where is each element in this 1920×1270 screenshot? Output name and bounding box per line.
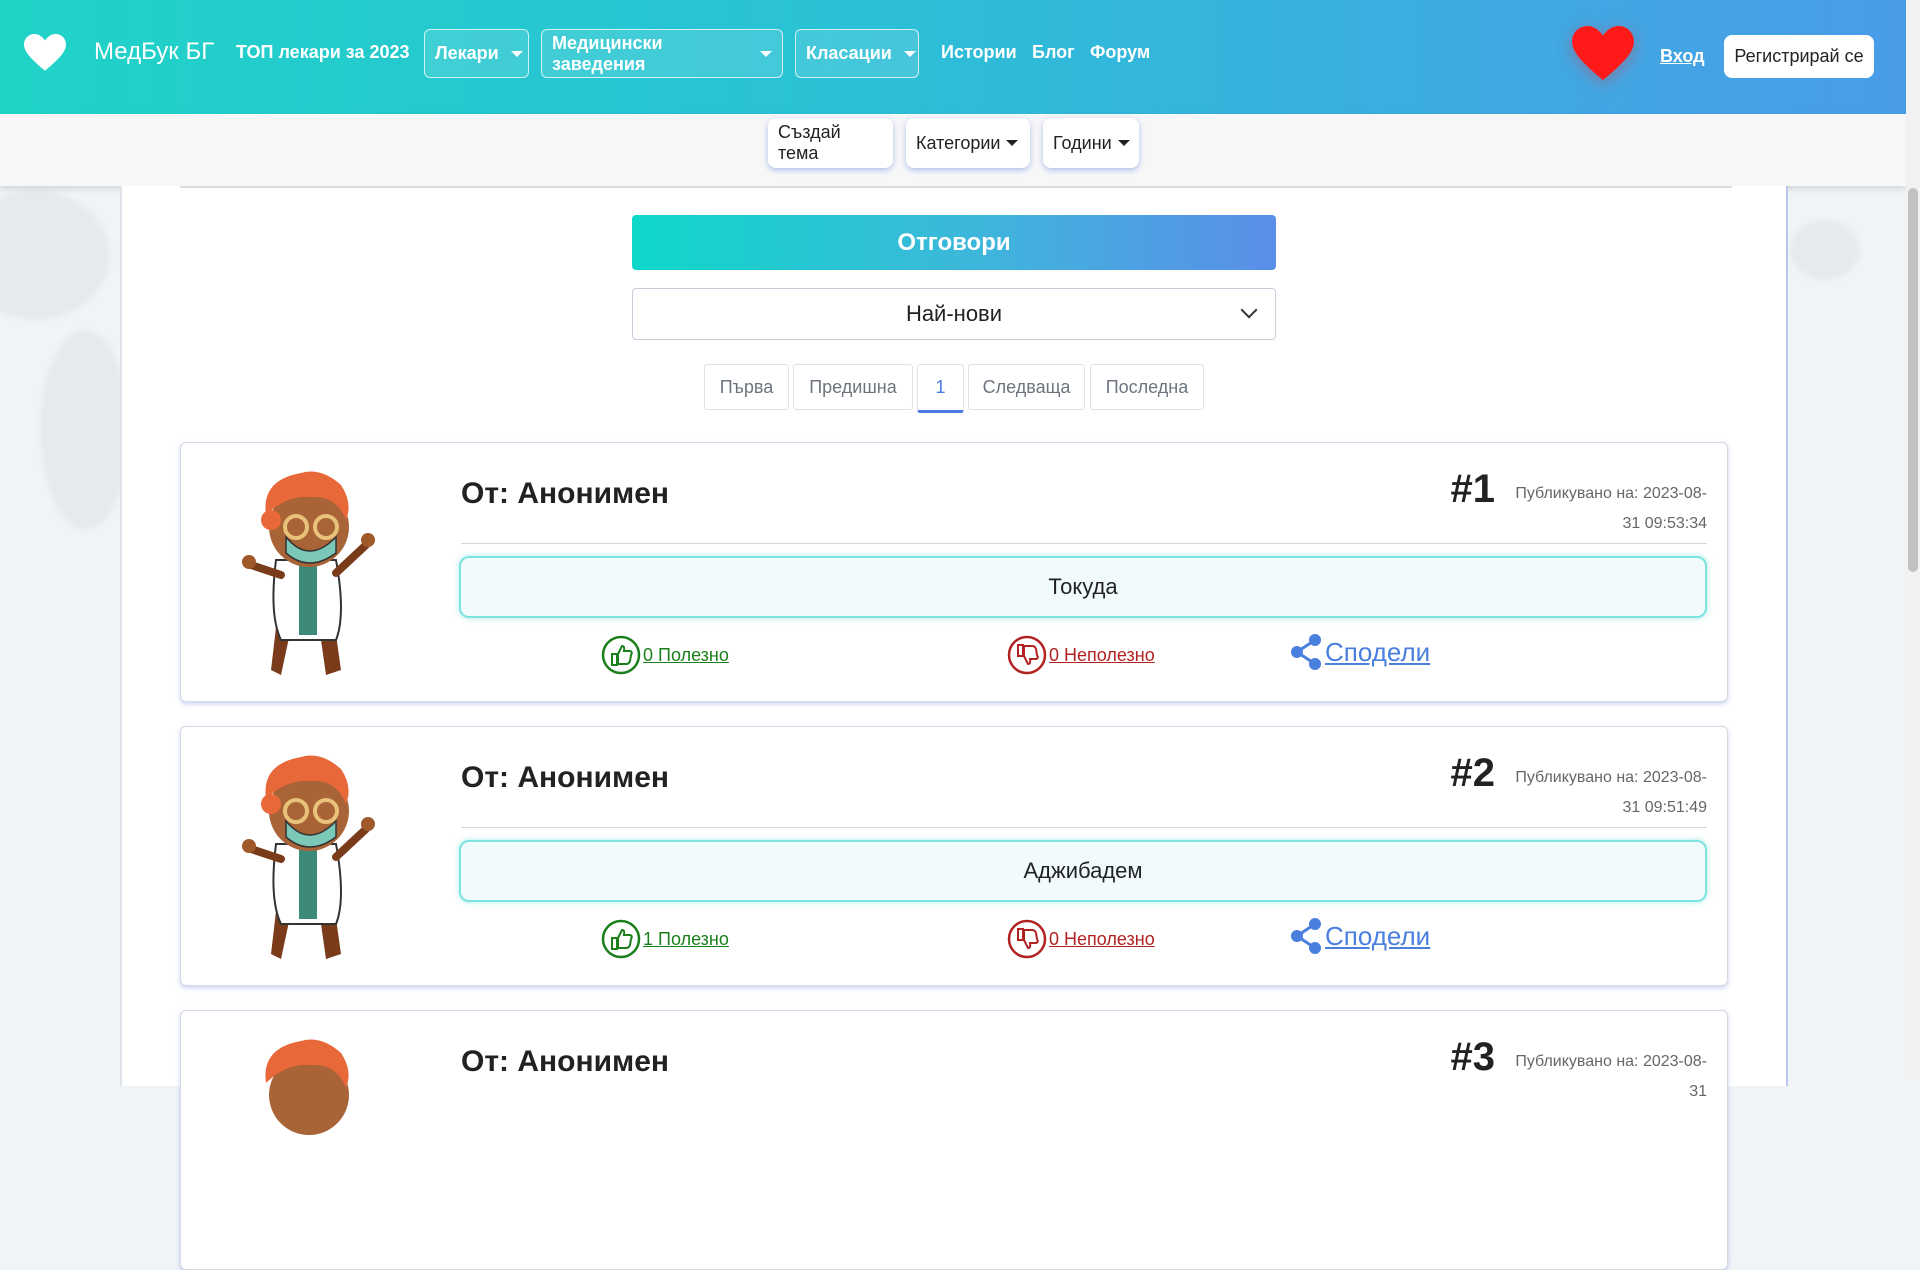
caret-down-icon [1006, 140, 1019, 146]
share-label: Сподели [1325, 920, 1431, 951]
thumbs-down-icon [1007, 635, 1047, 675]
share-icon [1291, 918, 1321, 954]
page-scrollbar[interactable] [1906, 0, 1920, 1080]
answer-author: От: Анонимен [461, 761, 670, 794]
thumbs-down-icon [1007, 919, 1047, 959]
thumbs-up-icon [601, 919, 641, 959]
answer-author: От: Анонимен [461, 1045, 670, 1078]
useless-count: 0 Неполезно [1049, 928, 1155, 949]
useful-count: 0 Полезно [643, 644, 729, 665]
answer-author: От: Анонимен [461, 477, 670, 510]
years-dropdown[interactable]: Години [1043, 118, 1139, 168]
answer-text: Токуда [459, 556, 1707, 618]
page-first[interactable]: Първа [704, 364, 789, 410]
answer-published-date: Публикувано на: 2023-08-31 09:53:34 [1515, 485, 1707, 532]
share-button[interactable]: Сподели [1289, 917, 1430, 955]
page-previous[interactable]: Предишна [793, 364, 913, 410]
useless-count: 0 Неполезно [1049, 644, 1155, 665]
sort-selected-value: Най-нови [905, 301, 1003, 326]
top-navbar: МедБук БГ ТОП лекари за 2023 Лекари Меди… [0, 0, 1906, 114]
useless-button[interactable]: 0 Неполезно [1007, 919, 1155, 959]
sort-select[interactable]: Най-нови [632, 288, 1276, 340]
forum-subnav: Създай тема Категории Години [0, 114, 1906, 186]
answer-number: #1 [1450, 467, 1496, 511]
answer-published-date: Публикувано на: 2023-08-31 09:51:49 [1515, 769, 1707, 816]
divider [180, 186, 1732, 188]
doctor-avatar-icon [265, 1039, 349, 1135]
answer-published-date: Публикувано на: 2023-08-31 [1515, 1053, 1707, 1100]
page-1[interactable]: 1 [917, 364, 964, 413]
answer-number: #2 [1450, 751, 1496, 795]
share-button[interactable]: Сподели [1289, 633, 1430, 671]
share-label: Сподели [1325, 636, 1431, 667]
answer-card: От: Анонимен #3 Публикувано на: 2023-08-… [180, 1010, 1728, 1270]
useful-button[interactable]: 0 Полезно [601, 635, 729, 675]
nav-institutions-label: Медицински заведения [552, 32, 663, 74]
years-label: Години [1053, 132, 1112, 153]
caret-down-icon [510, 50, 523, 57]
page-next[interactable]: Следваща [968, 364, 1085, 410]
page-last[interactable]: Последна [1090, 364, 1204, 410]
register-button[interactable]: Регистрирай се [1724, 35, 1874, 78]
caret-down-icon [903, 50, 916, 57]
background-map [1790, 220, 1860, 280]
answer-number: #3 [1450, 1035, 1496, 1079]
answer-card: От: Анонимен #1 Публикувано на: 2023-08-… [180, 442, 1728, 702]
answer-card: От: Анонимен #2 Публикувано на: 2023-08-… [180, 726, 1728, 986]
share-icon [1291, 634, 1321, 670]
useful-count: 1 Полезно [643, 928, 729, 949]
chevron-down-icon [1240, 301, 1258, 319]
divider [461, 827, 1707, 828]
caret-down-icon [760, 50, 772, 57]
create-topic-button[interactable]: Създай тема [768, 118, 893, 168]
background-map [0, 190, 110, 320]
answers-heading: Отговори [632, 215, 1276, 270]
nav-rankings-dropdown[interactable]: Класации [795, 29, 919, 78]
useless-button[interactable]: 0 Неполезно [1007, 635, 1155, 675]
background-map [40, 330, 130, 530]
thumbs-up-icon [601, 635, 641, 675]
doctor-avatar-icon [242, 755, 375, 959]
nav-top-doctors[interactable]: ТОП лекари за 2023 [236, 42, 410, 63]
divider [461, 543, 1707, 544]
heart-icon[interactable] [1572, 26, 1634, 82]
heart-logo-icon[interactable] [24, 34, 66, 72]
scrollbar-thumb[interactable] [1908, 188, 1918, 572]
nav-institutions-dropdown[interactable]: Медицински заведения [541, 29, 783, 78]
nav-doctors-label: Лекари [435, 43, 499, 63]
login-link[interactable]: Вход [1660, 46, 1705, 67]
useful-button[interactable]: 1 Полезно [601, 919, 729, 959]
nav-blog[interactable]: Блог [1032, 42, 1075, 63]
categories-dropdown[interactable]: Категории [906, 118, 1030, 168]
caret-down-icon [1117, 140, 1130, 146]
doctor-avatar-icon [242, 471, 375, 675]
nav-forum[interactable]: Форум [1090, 42, 1150, 63]
nav-rankings-label: Класации [806, 43, 892, 63]
categories-label: Категории [916, 132, 1001, 153]
nav-stories[interactable]: Истории [941, 42, 1017, 63]
answer-text: Аджибадем [459, 840, 1707, 902]
nav-doctors-dropdown[interactable]: Лекари [424, 29, 529, 78]
brand-name[interactable]: МедБук БГ [94, 38, 214, 66]
